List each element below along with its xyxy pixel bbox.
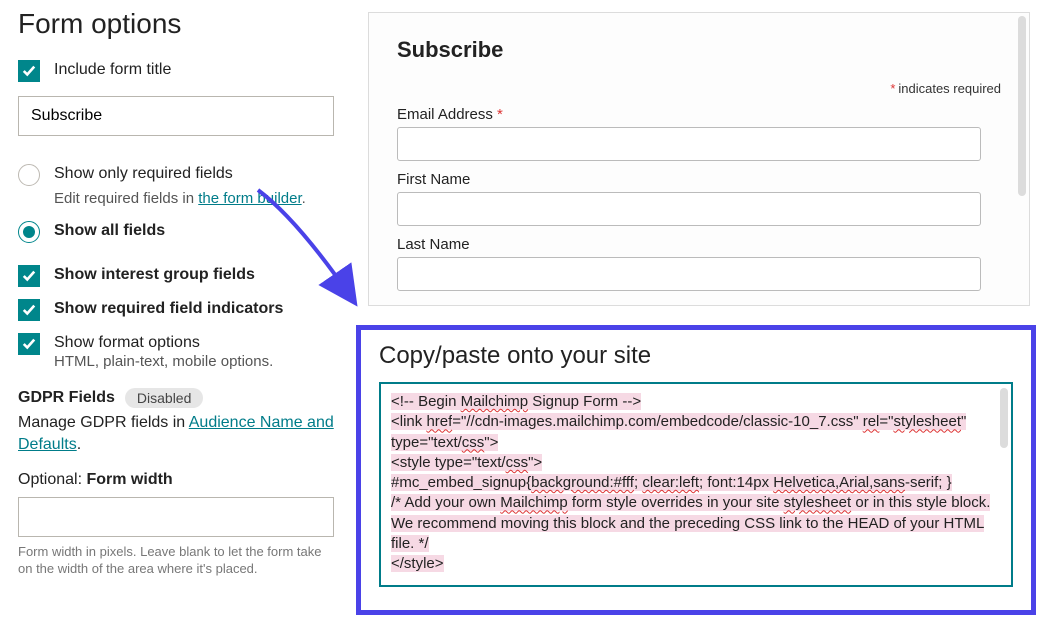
gdpr-heading: GDPR Fields (18, 389, 115, 407)
form-preview: Subscribe *indicates required Email Addr… (368, 12, 1030, 306)
gdpr-badge: Disabled (125, 388, 203, 408)
show-required-only-radio[interactable] (18, 164, 40, 186)
panel-title: Form options (18, 8, 348, 40)
include-title-checkbox[interactable] (18, 60, 40, 82)
show-all-fields-radio[interactable] (18, 221, 40, 243)
copy-paste-panel: Copy/paste onto your site <!-- Begin Mai… (356, 325, 1036, 615)
show-format-label: Show format options (54, 333, 200, 352)
form-title-input[interactable] (18, 96, 334, 136)
form-builder-link[interactable]: the form builder (198, 190, 301, 207)
gdpr-text-post: . (77, 436, 81, 453)
required-note: indicates required (898, 81, 1001, 96)
preview-title: Subscribe (397, 37, 1001, 63)
asterisk-icon: * (497, 106, 503, 123)
required-only-sub-pre: Edit required fields in (54, 190, 198, 207)
show-required-only-label: Show only required fields (54, 164, 233, 183)
last-name-input[interactable] (397, 257, 981, 291)
gdpr-text-pre: Manage GDPR fields in (18, 414, 189, 431)
email-label: Email Address (397, 106, 493, 123)
form-width-pre: Optional: (18, 471, 86, 488)
asterisk-icon: * (890, 81, 895, 96)
show-required-ind-label: Show required field indicators (54, 299, 283, 318)
first-name-label: First Name (397, 171, 1001, 188)
show-interest-label: Show interest group fields (54, 265, 255, 284)
show-format-sub: HTML, plain-text, mobile options. (54, 353, 348, 370)
show-format-checkbox[interactable] (18, 333, 40, 355)
form-width-input[interactable] (18, 497, 334, 537)
email-input[interactable] (397, 127, 981, 161)
form-width-hint: Form width in pixels. Leave blank to let… (18, 543, 338, 578)
include-title-label: Include form title (54, 60, 171, 79)
show-interest-checkbox[interactable] (18, 265, 40, 287)
embed-code-textarea[interactable]: <!-- Begin Mailchimp Signup Form --> <li… (379, 382, 1013, 587)
last-name-label: Last Name (397, 236, 1001, 253)
code-title: Copy/paste onto your site (379, 342, 1013, 370)
show-all-fields-label: Show all fields (54, 221, 165, 240)
show-required-ind-checkbox[interactable] (18, 299, 40, 321)
form-options-panel: Form options Include form title Show onl… (18, 8, 348, 578)
form-width-bold: Form width (86, 471, 172, 488)
required-only-sub-post: . (302, 190, 306, 207)
first-name-input[interactable] (397, 192, 981, 226)
